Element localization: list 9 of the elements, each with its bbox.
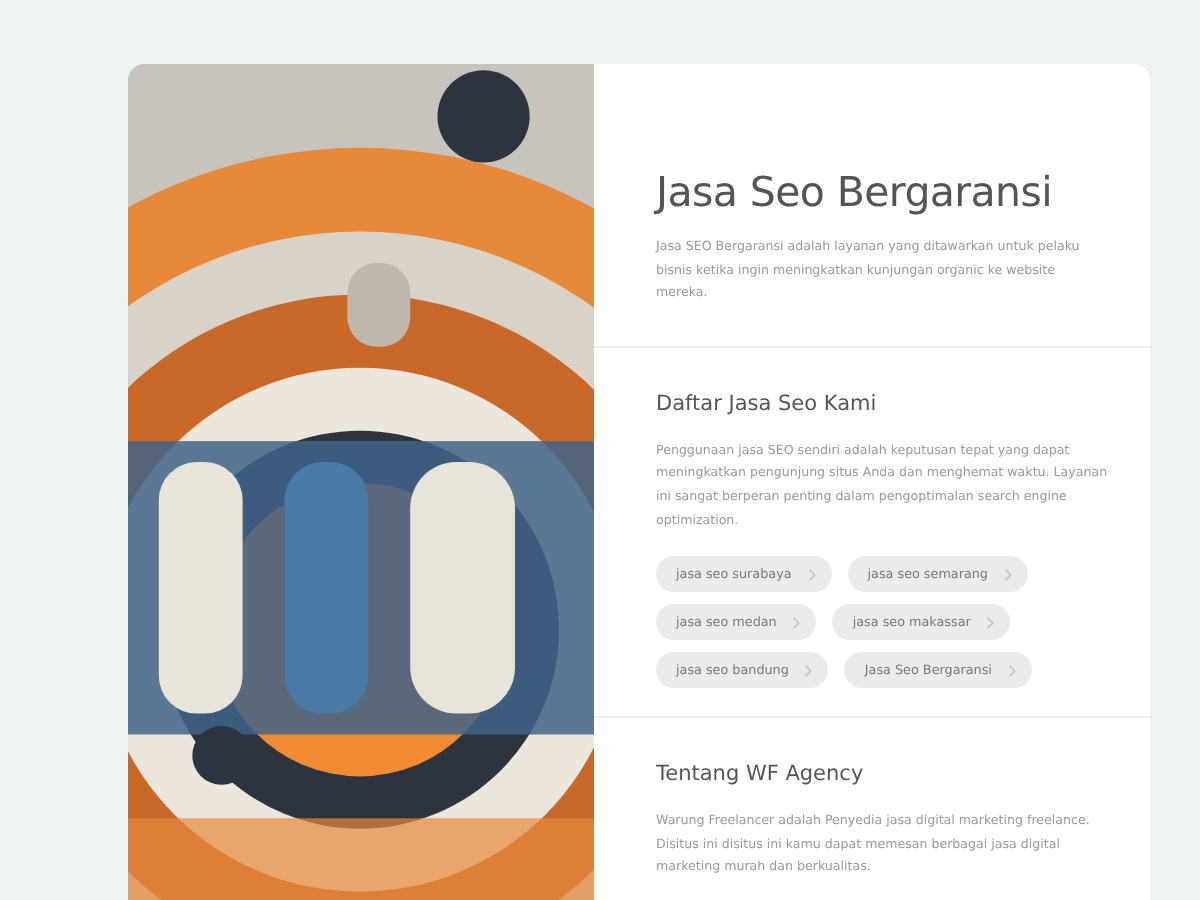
- chevron-icon: [1004, 567, 1012, 582]
- page-title: Jasa Seo Bergaransi: [656, 168, 1055, 216]
- chevron-icon: [986, 615, 995, 630]
- section-heading: Daftar Jasa Seo Kami: [656, 391, 879, 416]
- chevron-icon: [1007, 663, 1016, 678]
- chevron-icon: [792, 615, 801, 630]
- chevron-icon: [804, 663, 813, 678]
- section-heading: Tentang WF Agency: [656, 762, 866, 787]
- chevron-icon: [807, 567, 816, 582]
